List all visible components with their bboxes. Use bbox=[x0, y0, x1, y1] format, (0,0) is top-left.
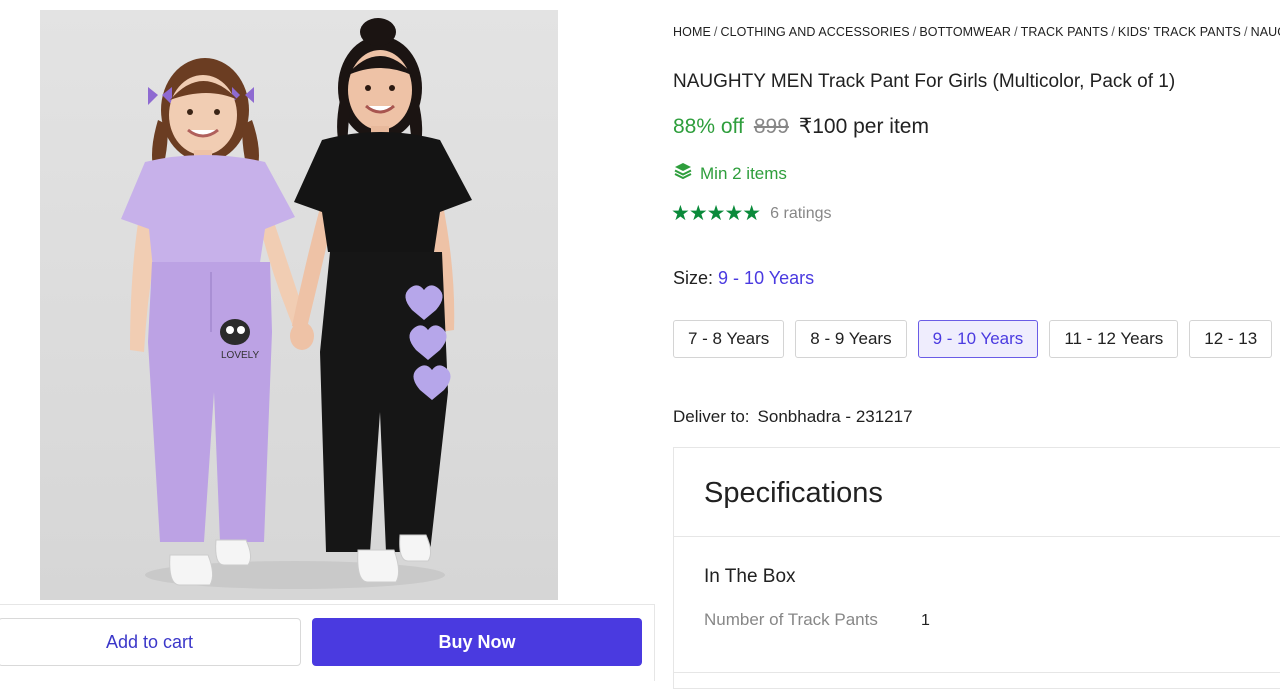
pants-print-text: LOVELY bbox=[221, 350, 259, 361]
specifications-card: Specifications In The Box Number of Trac… bbox=[673, 447, 1280, 689]
product-photo-illustration: LOVELY bbox=[40, 10, 558, 600]
breadcrumb-item-kids-track-pants[interactable]: KIDS' TRACK PANTS bbox=[1118, 25, 1241, 39]
delivery-info[interactable]: Deliver to: Sonbhadra - 231217 bbox=[673, 407, 913, 427]
star-icon: ★★★★★ bbox=[671, 202, 761, 225]
size-option[interactable]: 7 - 8 Years bbox=[673, 320, 785, 358]
product-image[interactable]: LOVELY bbox=[40, 10, 558, 600]
size-label-text: Size: bbox=[673, 268, 714, 288]
discount-percent: 88% off bbox=[673, 115, 744, 138]
size-option[interactable]: 12 - 13 bbox=[1189, 320, 1273, 358]
selling-price: ₹100 per item bbox=[798, 115, 929, 138]
breadcrumb: HOME / CLOTHING AND ACCESSORIES / BOTTOMWEAR… bbox=[673, 25, 1280, 39]
delivery-location[interactable]: Sonbhadra - 231217 bbox=[750, 407, 913, 426]
min-items-label: Min 2 items bbox=[700, 163, 787, 183]
size-option-selected[interactable]: 9 - 10 Years bbox=[917, 320, 1039, 358]
selected-size: 9 - 10 Years bbox=[718, 268, 815, 288]
ratings-row[interactable]: ★★★★★ 6 ratings bbox=[671, 201, 832, 226]
spec-value: 1 bbox=[921, 612, 930, 629]
breadcrumb-separator: / bbox=[1014, 25, 1018, 39]
original-price: 899 bbox=[753, 115, 789, 138]
size-options: 7 - 8 Years 8 - 9 Years 9 - 10 Years 11 … bbox=[673, 320, 1273, 358]
spec-key: Number of Track Pants bbox=[704, 610, 878, 629]
size-option[interactable]: 11 - 12 Years bbox=[1049, 320, 1179, 358]
breadcrumb-separator: / bbox=[1244, 25, 1248, 39]
breadcrumb-item-track-pants[interactable]: TRACK PANTS bbox=[1021, 25, 1109, 39]
divider bbox=[674, 536, 1280, 537]
price-row: 88% off 899 ₹100 per item bbox=[673, 114, 929, 139]
breadcrumb-item-clothing[interactable]: CLOTHING AND ACCESSORIES bbox=[720, 25, 909, 39]
layers-icon bbox=[673, 161, 693, 186]
breadcrumb-item-bottomwear[interactable]: BOTTOMWEAR bbox=[919, 25, 1011, 39]
min-items-info: Min 2 items bbox=[673, 161, 787, 186]
breadcrumb-item-current[interactable]: NAUGH bbox=[1251, 25, 1280, 39]
divider bbox=[674, 672, 1280, 673]
size-option[interactable]: 8 - 9 Years bbox=[795, 320, 907, 358]
breadcrumb-separator: / bbox=[912, 25, 917, 39]
product-title: NAUGHTY MEN Track Pant For Girls (Multic… bbox=[673, 71, 1176, 92]
action-bar: Add to cart Buy Now bbox=[0, 604, 655, 681]
size-label: Size: 9 - 10 Years bbox=[673, 268, 814, 289]
add-to-cart-button[interactable]: Add to cart bbox=[0, 618, 301, 666]
breadcrumb-separator: / bbox=[1111, 25, 1115, 39]
ratings-count: 6 ratings bbox=[770, 204, 832, 222]
spec-group-title: In The Box bbox=[704, 566, 796, 587]
specifications-title: Specifications bbox=[704, 477, 883, 509]
breadcrumb-item-home[interactable]: HOME bbox=[673, 25, 711, 39]
deliver-label: Deliver to: bbox=[673, 407, 750, 426]
buy-now-button[interactable]: Buy Now bbox=[312, 618, 642, 666]
